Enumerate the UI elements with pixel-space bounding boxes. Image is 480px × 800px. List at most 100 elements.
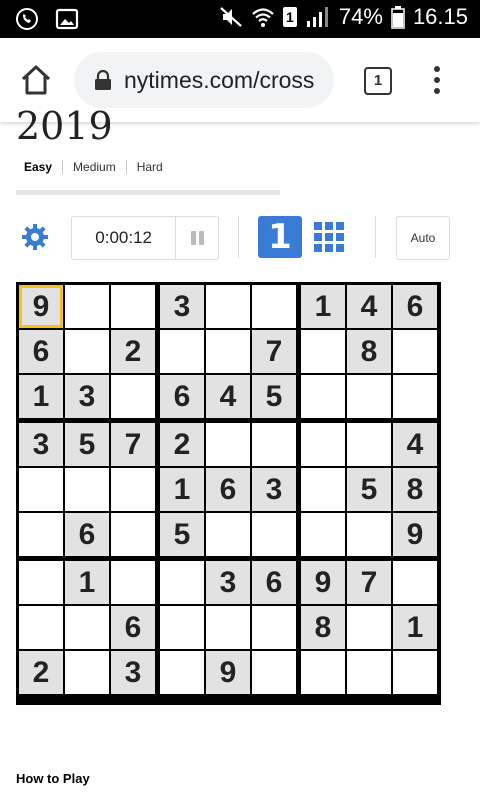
sudoku-cell-r9c2[interactable] [65, 651, 109, 694]
sudoku-cell-r8c3[interactable]: 6 [111, 606, 155, 649]
sudoku-cell-r7c6[interactable]: 6 [252, 561, 296, 604]
game-controls: 0:00:12 1 Auto [0, 216, 480, 260]
sudoku-cell-r5c2[interactable] [65, 468, 109, 511]
address-bar[interactable]: nytimes.com/crosswords [74, 52, 334, 108]
sudoku-cell-r1c5[interactable] [206, 285, 250, 328]
sudoku-cell-r3c3[interactable] [111, 375, 155, 418]
sudoku-cell-r9c7[interactable] [301, 651, 345, 694]
sudoku-cell-r6c2[interactable]: 6 [65, 513, 109, 556]
sudoku-cell-r1c4[interactable]: 3 [160, 285, 204, 328]
sudoku-cell-r9c5[interactable]: 9 [206, 651, 250, 694]
tab-hard[interactable]: Hard [127, 160, 173, 174]
sudoku-cell-r8c8[interactable] [347, 606, 391, 649]
timer-box: 0:00:12 [71, 216, 219, 260]
lock-icon [95, 69, 111, 90]
sudoku-cell-r4c9[interactable]: 4 [393, 423, 437, 466]
sudoku-cell-r1c8[interactable]: 4 [347, 285, 391, 328]
sudoku-cell-r2c2[interactable] [65, 330, 109, 373]
sudoku-cell-r6c7[interactable] [301, 513, 345, 556]
sudoku-cell-r4c7[interactable] [301, 423, 345, 466]
sudoku-cell-r1c1[interactable]: 9 [19, 285, 63, 328]
sudoku-cell-r1c3[interactable] [111, 285, 155, 328]
sudoku-cell-r8c9[interactable]: 1 [393, 606, 437, 649]
sudoku-cell-r1c6[interactable] [252, 285, 296, 328]
sudoku-cell-r7c9[interactable] [393, 561, 437, 604]
sudoku-cell-r1c7[interactable]: 1 [301, 285, 345, 328]
sudoku-cell-r4c6[interactable] [252, 423, 296, 466]
sudoku-cell-r6c9[interactable]: 9 [393, 513, 437, 556]
sudoku-cell-r6c1[interactable] [19, 513, 63, 556]
sudoku-cell-r6c4[interactable]: 5 [160, 513, 204, 556]
sudoku-cell-r8c2[interactable] [65, 606, 109, 649]
sudoku-cell-r9c6[interactable] [252, 651, 296, 694]
signal-icon [306, 7, 328, 27]
tab-medium[interactable]: Medium [63, 160, 127, 174]
sudoku-cell-r6c3[interactable] [111, 513, 155, 556]
sudoku-cell-r7c1[interactable] [19, 561, 63, 604]
sudoku-cell-r4c8[interactable] [347, 423, 391, 466]
sudoku-cell-r8c5[interactable] [206, 606, 250, 649]
sudoku-cell-r3c5[interactable]: 4 [206, 375, 250, 418]
sudoku-cell-r4c3[interactable]: 7 [111, 423, 155, 466]
sudoku-cell-r5c9[interactable]: 8 [393, 468, 437, 511]
sudoku-cell-r3c9[interactable] [393, 375, 437, 418]
sudoku-cell-r5c1[interactable] [19, 468, 63, 511]
sudoku-cell-r3c2[interactable]: 3 [65, 375, 109, 418]
home-icon[interactable] [18, 62, 54, 98]
sudoku-cell-r7c4[interactable] [160, 561, 204, 604]
sudoku-cell-r9c4[interactable] [160, 651, 204, 694]
sudoku-cell-r6c5[interactable] [206, 513, 250, 556]
sudoku-cell-r7c7[interactable]: 9 [301, 561, 345, 604]
sudoku-cell-r2c9[interactable] [393, 330, 437, 373]
sudoku-cell-r4c5[interactable] [206, 423, 250, 466]
sudoku-cell-r6c8[interactable] [347, 513, 391, 556]
single-entry-mode-button[interactable]: 1 [258, 216, 302, 258]
sudoku-cell-r1c2[interactable] [65, 285, 109, 328]
sudoku-cell-r8c7[interactable]: 8 [301, 606, 345, 649]
tab-easy[interactable]: Easy [14, 160, 64, 174]
sudoku-cell-r5c6[interactable]: 3 [252, 468, 296, 511]
sudoku-cell-r2c1[interactable]: 6 [19, 330, 63, 373]
auto-candidate-button[interactable]: Auto [396, 216, 450, 260]
sudoku-cell-r5c3[interactable] [111, 468, 155, 511]
sudoku-cell-r5c5[interactable]: 6 [206, 468, 250, 511]
battery-icon [391, 6, 405, 29]
sudoku-cell-r4c1[interactable]: 3 [19, 423, 63, 466]
tab-switcher-button[interactable]: 1 [364, 67, 392, 95]
sudoku-cell-r5c8[interactable]: 5 [347, 468, 391, 511]
sudoku-cell-r6c6[interactable] [252, 513, 296, 556]
sudoku-cell-r5c7[interactable] [301, 468, 345, 511]
sudoku-cell-r7c2[interactable]: 1 [65, 561, 109, 604]
sudoku-cell-r8c6[interactable] [252, 606, 296, 649]
sudoku-cell-r5c4[interactable]: 1 [160, 468, 204, 511]
sudoku-cell-r3c6[interactable]: 5 [252, 375, 296, 418]
sudoku-cell-r8c1[interactable] [19, 606, 63, 649]
settings-gear-icon[interactable] [20, 222, 50, 252]
sudoku-cell-r9c9[interactable] [393, 651, 437, 694]
sudoku-cell-r9c1[interactable]: 2 [19, 651, 63, 694]
sudoku-cell-r4c4[interactable]: 2 [160, 423, 204, 466]
sudoku-cell-r3c1[interactable]: 1 [19, 375, 63, 418]
sudoku-cell-r3c8[interactable] [347, 375, 391, 418]
sudoku-cell-r7c8[interactable]: 7 [347, 561, 391, 604]
sudoku-cell-r2c8[interactable]: 8 [347, 330, 391, 373]
sudoku-cell-r7c5[interactable]: 3 [206, 561, 250, 604]
multi-entry-grid-icon[interactable] [313, 221, 345, 253]
pause-button[interactable] [176, 217, 218, 259]
sudoku-cell-r9c8[interactable] [347, 651, 391, 694]
sudoku-cell-r4c2[interactable]: 5 [65, 423, 109, 466]
sudoku-cell-r2c5[interactable] [206, 330, 250, 373]
battery-percent: 74% [338, 4, 383, 29]
sudoku-cell-r2c6[interactable]: 7 [252, 330, 296, 373]
url-text[interactable]: nytimes.com/crosswords [124, 67, 314, 94]
sudoku-cell-r2c7[interactable] [301, 330, 345, 373]
sudoku-cell-r7c3[interactable] [111, 561, 155, 604]
overflow-menu-icon[interactable] [428, 64, 446, 96]
sudoku-cell-r1c9[interactable]: 6 [393, 285, 437, 328]
sudoku-cell-r9c3[interactable]: 3 [111, 651, 155, 694]
sudoku-cell-r3c4[interactable]: 6 [160, 375, 204, 418]
sudoku-cell-r3c7[interactable] [301, 375, 345, 418]
sudoku-cell-r2c4[interactable] [160, 330, 204, 373]
sudoku-cell-r2c3[interactable]: 2 [111, 330, 155, 373]
sudoku-cell-r8c4[interactable] [160, 606, 204, 649]
